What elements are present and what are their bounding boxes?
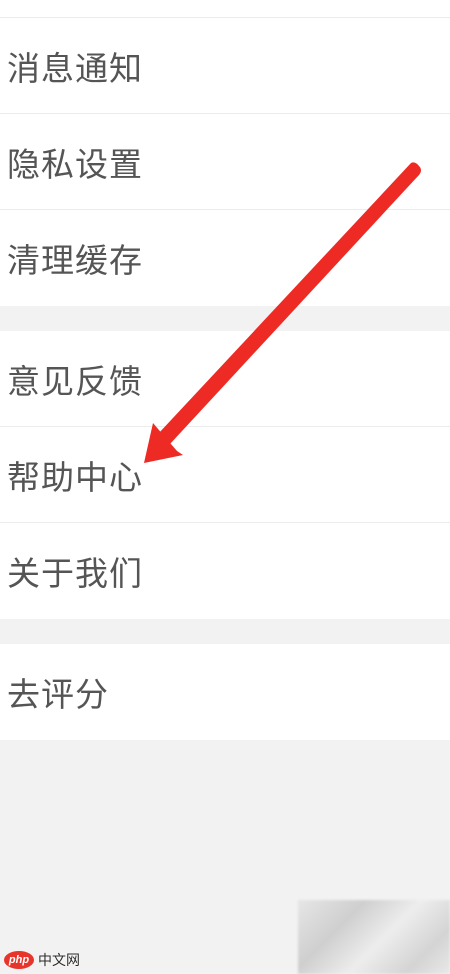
- settings-group-1: 消息通知 隐私设置 清理缓存: [0, 18, 450, 306]
- previous-row-remnant: [0, 0, 450, 18]
- group-separator: [0, 306, 450, 331]
- feedback-item[interactable]: 意见反馈: [0, 331, 450, 427]
- site-watermark: php 中文网: [0, 900, 450, 974]
- rate-app-item[interactable]: 去评分: [0, 644, 450, 740]
- about-us-item[interactable]: 关于我们: [0, 523, 450, 619]
- privacy-settings-item[interactable]: 隐私设置: [0, 114, 450, 210]
- settings-group-3: 去评分: [0, 644, 450, 740]
- group-separator: [0, 619, 450, 644]
- watermark-text: 中文网: [38, 952, 80, 968]
- watermark-logo: php 中文网: [4, 950, 80, 970]
- php-badge-icon: php: [4, 951, 34, 969]
- clear-cache-item[interactable]: 清理缓存: [0, 210, 450, 306]
- help-center-item[interactable]: 帮助中心: [0, 427, 450, 523]
- blurred-corner: [298, 900, 450, 974]
- settings-group-2: 意见反馈 帮助中心 关于我们: [0, 331, 450, 619]
- message-notification-item[interactable]: 消息通知: [0, 18, 450, 114]
